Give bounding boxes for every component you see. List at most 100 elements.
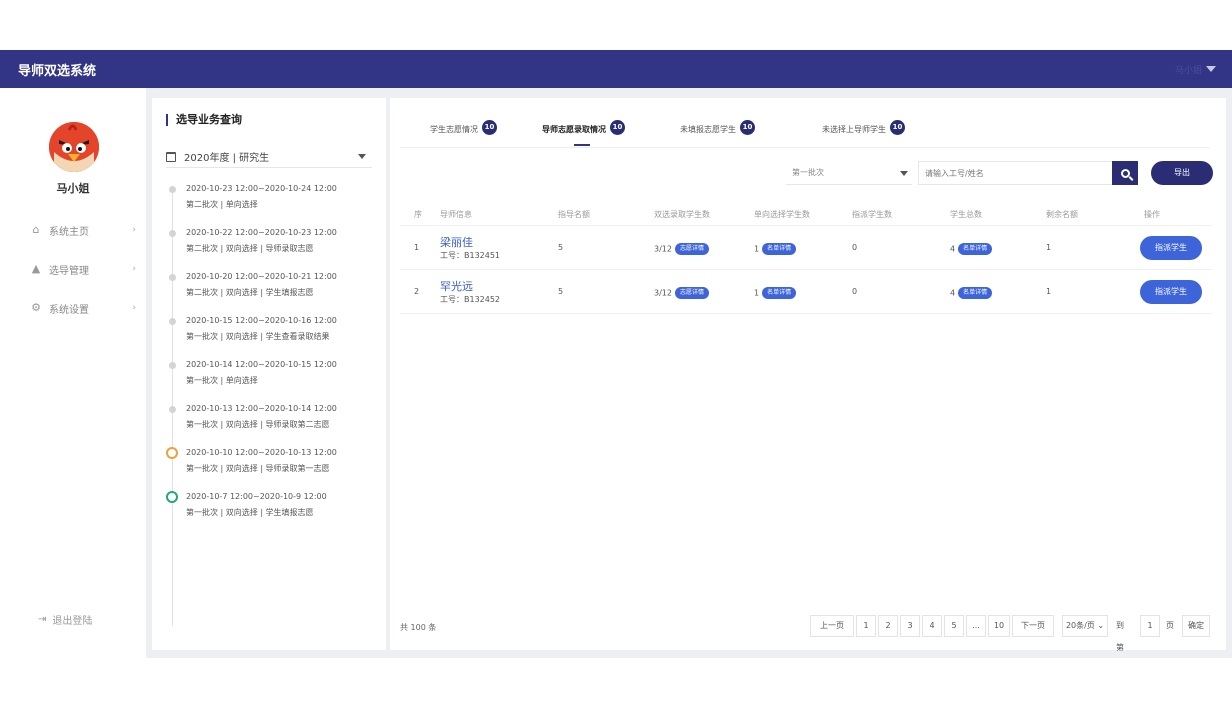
- timeline-time: 2020-10-10 12:00~2020-10-13 12:00: [186, 448, 337, 457]
- timeline-time: 2020-10-22 12:00~2020-10-23 12:00: [186, 228, 337, 237]
- total-value: 4: [950, 288, 956, 298]
- count-badge: 10: [610, 120, 625, 135]
- timeline-item-completed[interactable]: 2020-10-7 12:00~2020-10-9 12:00 第一批次 | 双…: [166, 490, 380, 526]
- batch-select[interactable]: 第一批次: [786, 161, 912, 185]
- search-icon: [1120, 168, 1130, 178]
- timeline-dot: [169, 318, 176, 325]
- two-way-cell: 3/12 志愿详情: [654, 243, 709, 255]
- chevron-right-icon: ›: [132, 225, 136, 235]
- tab-label: 未选择上导师学生: [822, 125, 886, 134]
- list-detail-badge[interactable]: 名单详情: [958, 243, 993, 255]
- sidebar-item-label: 系统主页: [49, 226, 89, 238]
- assign-student-button[interactable]: 指派学生: [1140, 280, 1202, 304]
- total-count: 共 100 条: [400, 623, 437, 632]
- sidebar-item-label: 选导管理: [49, 265, 89, 277]
- timeline-item[interactable]: 2020-10-15 12:00~2020-10-16 12:00 第一批次 |…: [166, 314, 380, 350]
- row-index: 1: [414, 243, 420, 252]
- search-button[interactable]: [1112, 161, 1138, 185]
- remaining-cell: 1: [1046, 243, 1052, 252]
- two-way-value: 3/12: [654, 244, 672, 254]
- sidebar-item-system-settings[interactable]: ⚙ 系统设置 ›: [30, 298, 140, 318]
- avatar[interactable]: [49, 122, 99, 172]
- goto-page-input[interactable]: 1: [1140, 615, 1160, 637]
- timeline-dot: [169, 274, 176, 281]
- tab-unfilled-students[interactable]: 未填报志愿学生 10: [680, 120, 755, 148]
- page-button[interactable]: 3: [900, 615, 920, 637]
- timeline-desc: 第一批次 | 双向选择 | 导师录取第二志愿: [186, 420, 330, 429]
- gear-icon: ⚙: [31, 301, 41, 314]
- list-detail-badge[interactable]: 名单详情: [762, 243, 797, 255]
- column-header: 单向选择学生数: [754, 210, 810, 219]
- column-header: 操作: [1144, 210, 1160, 219]
- logout-label: 退出登陆: [52, 616, 93, 627]
- timeline-desc: 第一批次 | 双向选择 | 学生查看录取结果: [186, 332, 330, 341]
- confirm-button[interactable]: 确定: [1182, 615, 1210, 637]
- graduation-cap-icon: ▲: [31, 262, 41, 275]
- column-header: 序: [414, 210, 422, 219]
- timeline-item[interactable]: 2020-10-13 12:00~2020-10-14 12:00 第一批次 |…: [166, 402, 380, 438]
- tutor-staff-id: 工号：B132451: [440, 251, 501, 260]
- timeline-dot: [169, 230, 176, 237]
- home-icon: ⌂: [32, 223, 40, 236]
- logout-button[interactable]: ⇥ 退出登陆: [38, 612, 92, 627]
- list-detail-badge[interactable]: 名单详情: [958, 287, 993, 299]
- row-index: 2: [414, 287, 420, 296]
- logout-icon: ⇥: [38, 614, 47, 625]
- timeline-item[interactable]: 2020-10-14 12:00~2020-10-15 12:00 第一批次 |…: [166, 358, 380, 394]
- chevron-right-icon: ›: [132, 303, 136, 313]
- sidebar-item-selection-management[interactable]: ▲ 选导管理 ›: [30, 259, 140, 279]
- tutor-name-link[interactable]: 梁丽佳: [440, 234, 473, 250]
- table-row: 1 梁丽佳 工号：B132451 5 3/12 志愿详情 1 名单详情 0 4 名单详…: [400, 226, 1212, 270]
- page-button[interactable]: 5: [944, 615, 964, 637]
- search-input[interactable]: [918, 161, 1112, 185]
- business-query-panel: 选导业务查询 2020年度 | 研究生 2020-10-23 12:00~202…: [152, 98, 386, 650]
- page-button[interactable]: 10: [988, 615, 1010, 637]
- page-button[interactable]: 1: [856, 615, 876, 637]
- next-page-button[interactable]: 下一页: [1012, 615, 1054, 637]
- app-title: 导师双选系统: [18, 63, 97, 79]
- one-way-cell: 1 名单详情: [754, 287, 797, 299]
- page-size-select[interactable]: 20条/页 ⌄: [1062, 615, 1108, 637]
- table-row: 2 罕光远 工号：B132452 5 3/12 志愿详情 1 名单详情 0 4 名单详…: [400, 270, 1212, 314]
- sidebar-item-home[interactable]: ⌂ 系统主页 ›: [30, 220, 140, 240]
- app-shell: 马小姐 ⌂ 系统主页 › ▲ 选导管理 › ⚙ 系统设置 › ⇥ 退出登陆 选导…: [0, 88, 1232, 658]
- timeline-time: 2020-10-23 12:00~2020-10-24 12:00: [186, 184, 337, 193]
- timeline-dot: [169, 406, 176, 413]
- list-detail-badge[interactable]: 名单详情: [762, 287, 797, 299]
- assign-student-button[interactable]: 指派学生: [1140, 236, 1202, 260]
- page-button[interactable]: 4: [922, 615, 942, 637]
- column-header: 指派学生数: [852, 210, 892, 219]
- timeline-item[interactable]: 2020-10-22 12:00~2020-10-23 12:00 第二批次 |…: [166, 226, 380, 262]
- prev-page-button[interactable]: 上一页: [810, 615, 854, 637]
- angry-bird-icon: [49, 122, 99, 172]
- timeline-time: 2020-10-13 12:00~2020-10-14 12:00: [186, 404, 337, 413]
- tab-unmatched-students[interactable]: 未选择上导师学生 10: [822, 120, 905, 148]
- year-select[interactable]: 2020年度 | 研究生: [166, 146, 372, 168]
- page-button[interactable]: 2: [878, 615, 898, 637]
- year-select-value: 2020年度 | 研究生: [184, 153, 270, 164]
- user-name: 马小姐: [56, 182, 90, 195]
- timeline-dot: [169, 362, 176, 369]
- timeline-desc: 第二批次 | 单向选择: [186, 200, 258, 209]
- user-menu[interactable]: 马小姐: [1175, 63, 1216, 76]
- panel-title: 选导业务查询: [166, 114, 242, 126]
- tutor-name-link[interactable]: 罕光远: [440, 278, 473, 294]
- tutor-staff-id: 工号：B132452: [440, 295, 501, 304]
- tab-student-preferences[interactable]: 学生志愿情况 10: [430, 120, 497, 148]
- export-button[interactable]: 导出: [1151, 161, 1213, 185]
- assigned-cell: 0: [852, 243, 858, 252]
- timeline-item-current[interactable]: 2020-10-10 12:00~2020-10-13 12:00 第一批次 |…: [166, 446, 380, 482]
- timeline-item[interactable]: 2020-10-20 12:00~2020-10-21 12:00 第二批次 |…: [166, 270, 380, 306]
- column-header: 指导名额: [558, 210, 590, 219]
- one-way-value: 1: [754, 288, 760, 298]
- remaining-cell: 1: [1046, 287, 1052, 296]
- tab-label: 导师志愿录取情况: [542, 125, 606, 134]
- timeline-item[interactable]: 2020-10-23 12:00~2020-10-24 12:00 第二批次 |…: [166, 182, 380, 218]
- preference-detail-badge[interactable]: 志愿详情: [674, 243, 709, 255]
- quota-cell: 5: [558, 243, 564, 252]
- preference-detail-badge[interactable]: 志愿详情: [674, 287, 709, 299]
- tab-tutor-admission[interactable]: 导师志愿录取情况 10: [542, 120, 625, 148]
- two-way-cell: 3/12 志愿详情: [654, 287, 709, 299]
- one-way-value: 1: [754, 244, 760, 254]
- user-menu-label: 马小姐: [1174, 65, 1202, 76]
